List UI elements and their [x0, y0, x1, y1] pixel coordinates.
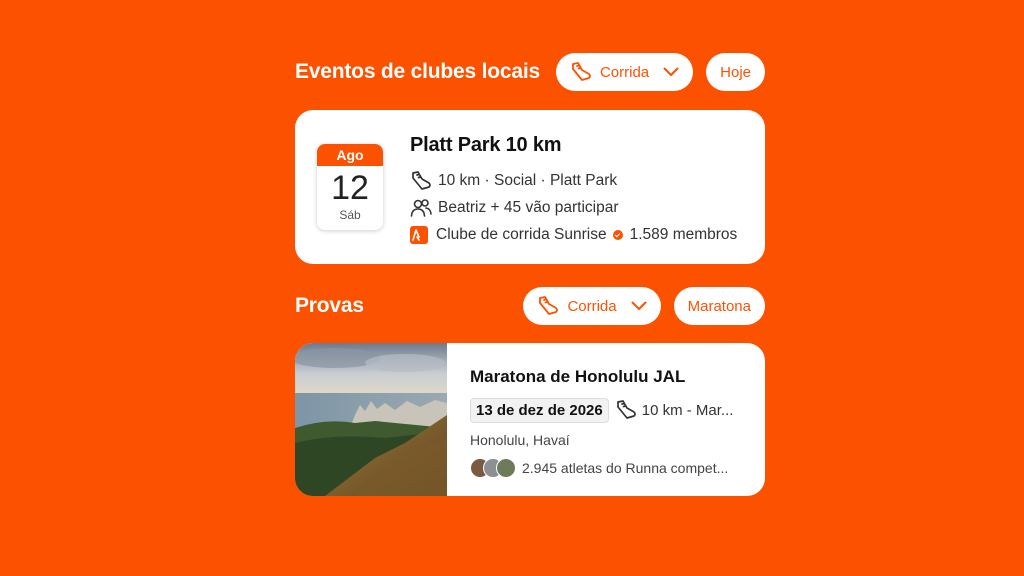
- races-sport-filter-label: Corrida: [567, 297, 617, 315]
- race-location: Honolulu, Havaí: [470, 432, 570, 448]
- club-row[interactable]: Clube de corrida Sunrise 1.589 membros: [410, 221, 751, 248]
- event-info: Platt Park 10 km 10 km · Social · Platt …: [410, 134, 751, 248]
- athlete-avatars: [470, 458, 516, 478]
- event-details-row: 10 km · Social · Platt Park: [410, 167, 751, 194]
- event-attendees-row: Beatriz + 45 vão participar: [410, 194, 751, 221]
- avatar: [496, 458, 516, 478]
- club-members: 1.589 membros: [629, 225, 738, 243]
- sport-filter-dropdown[interactable]: Corrida: [555, 53, 694, 91]
- local-events-title: Eventos de clubes locais: [295, 60, 540, 83]
- running-shoe-icon: [539, 296, 559, 315]
- event-card[interactable]: Ago 12 Sáb Platt Park 10 km 10 km · Soci…: [295, 110, 765, 264]
- running-shoe-icon: [616, 400, 636, 419]
- event-attendees: Beatriz + 45 vão participar: [438, 198, 619, 216]
- local-events-header: Eventos de clubes locais Corrida Hoje: [295, 52, 765, 92]
- people-icon: [410, 198, 432, 217]
- event-title: Platt Park 10 km: [410, 134, 562, 156]
- races-header: Provas Corrida Maratona: [295, 286, 765, 326]
- race-distance: 10 km - Mar...: [641, 401, 734, 419]
- club-logo-icon: [410, 225, 428, 244]
- verified-badge-icon: [612, 229, 623, 240]
- race-type-filter-label: Maratona: [687, 297, 751, 315]
- club-name: Clube de corrida Sunrise: [436, 225, 607, 243]
- event-weekday: Sáb: [339, 208, 361, 222]
- sport-filter-label: Corrida: [599, 63, 650, 81]
- event-details: 10 km · Social · Platt Park: [438, 171, 618, 189]
- race-distance-row: 10 km - Mar...: [615, 400, 734, 420]
- date-filter-chip[interactable]: Hoje: [706, 53, 765, 91]
- race-type-filter-chip[interactable]: Maratona: [673, 287, 765, 325]
- race-card[interactable]: Maratona de Honolulu JAL 13 de dez de 20…: [295, 343, 765, 496]
- running-shoe-icon: [412, 170, 431, 190]
- races-title: Provas: [295, 294, 364, 317]
- race-date-badge: 13 de dez de 2026: [470, 397, 609, 423]
- race-athletes-count: 2.945 atletas do Runna compet...: [522, 460, 729, 476]
- race-photo: [295, 343, 447, 496]
- race-athletes-row: 2.945 atletas do Runna compet...: [470, 458, 751, 478]
- event-month: Ago: [317, 144, 383, 166]
- chevron-down-icon: [631, 301, 647, 310]
- running-shoe-icon: [572, 62, 591, 81]
- race-title: Maratona de Honolulu JAL: [470, 367, 686, 386]
- event-day: 12: [331, 169, 369, 207]
- race-date-row: 13 de dez de 2026 10 km - Mar...: [470, 396, 751, 424]
- races-sport-filter-dropdown[interactable]: Corrida: [523, 287, 661, 325]
- date-filter-label: Hoje: [720, 63, 751, 81]
- chevron-down-icon: [663, 67, 679, 76]
- calendar-date-badge: Ago 12 Sáb: [317, 144, 383, 230]
- race-info: Maratona de Honolulu JAL 13 de dez de 20…: [470, 367, 751, 478]
